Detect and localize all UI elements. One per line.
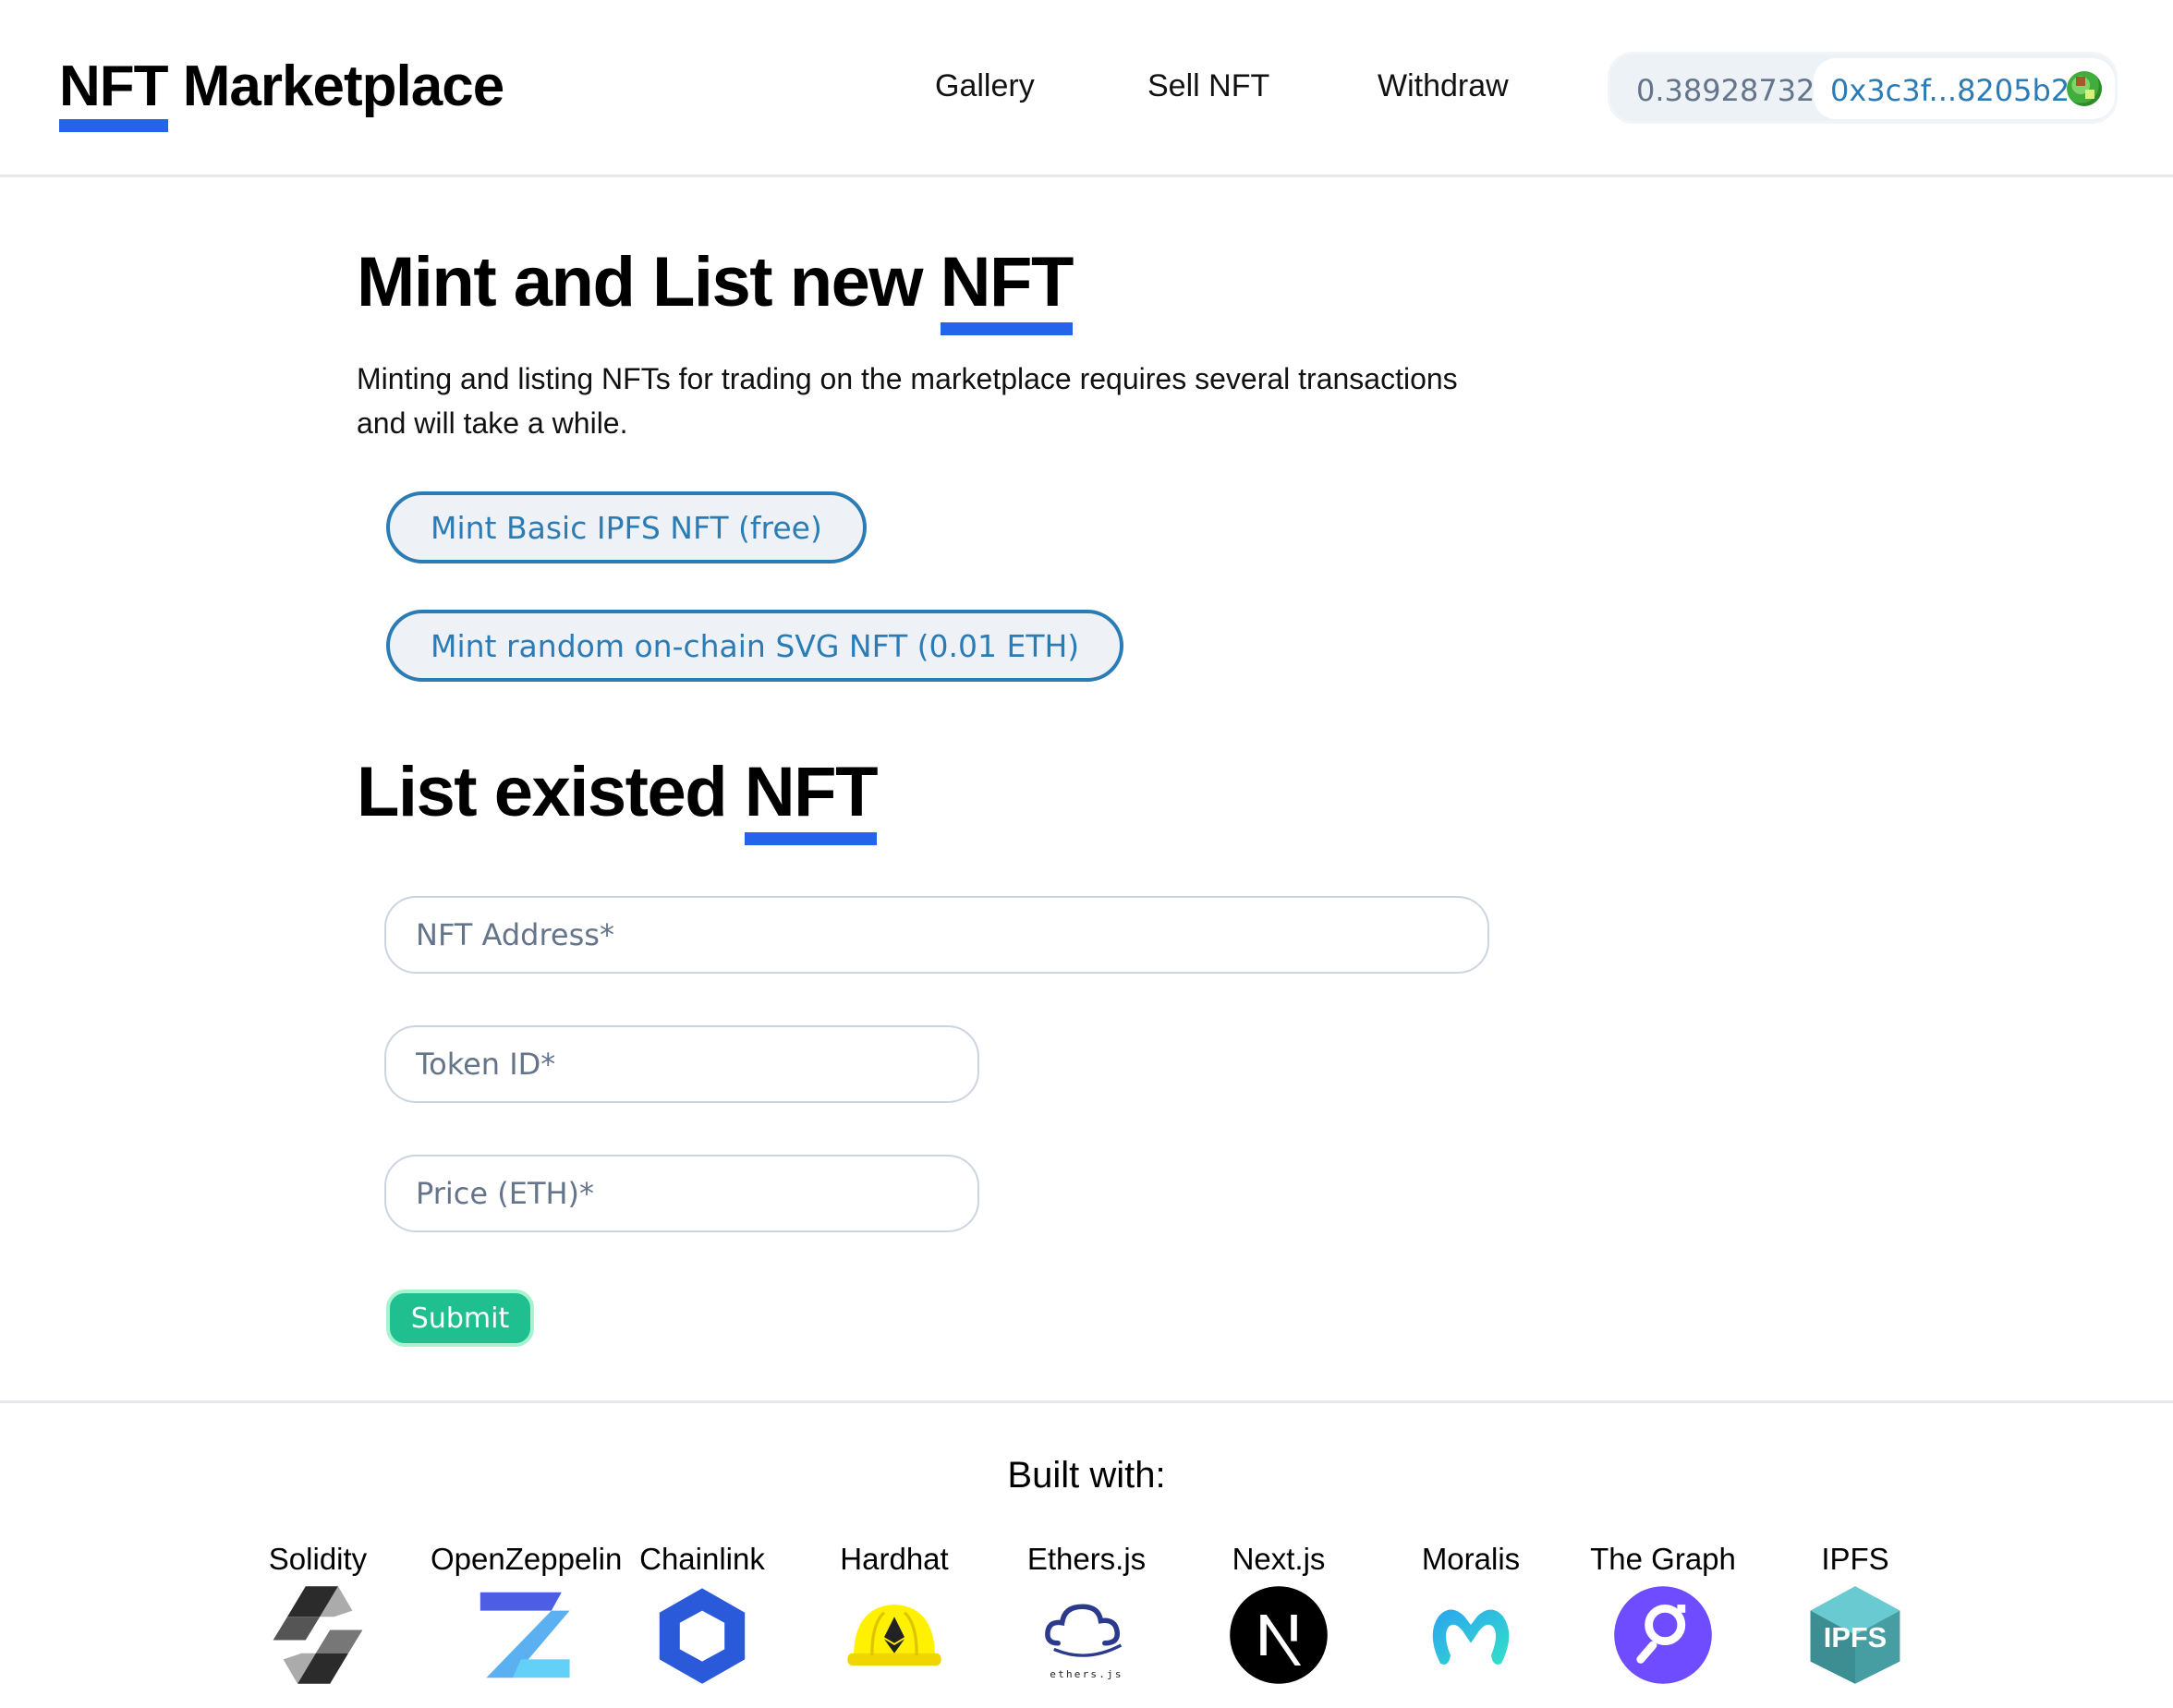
tech-ipfs[interactable]: IPFS IPFS (1763, 1542, 1948, 1686)
submit-button[interactable]: Submit (386, 1290, 534, 1347)
chainlink-icon (659, 1588, 746, 1684)
top-navbar: NFT Marketplace Gallery Sell NFT Withdra… (0, 0, 2173, 177)
ipfs-icon-caption: IPFS (1824, 1621, 1887, 1653)
wallet-avatar-icon (2067, 71, 2102, 106)
tech-label: Ethers.js (1026, 1542, 1147, 1576)
list-title-highlight: NFT (744, 753, 879, 845)
openzeppelin-icon (480, 1592, 570, 1678)
solidity-icon (273, 1586, 363, 1684)
thegraph-icon (1614, 1586, 1712, 1684)
tech-label: The Graph (1590, 1542, 1736, 1576)
tech-thegraph[interactable]: The Graph (1571, 1542, 1755, 1686)
nft-address-input[interactable] (384, 896, 1489, 974)
tech-solidity[interactable]: Solidity (225, 1542, 410, 1686)
tech-hardhat[interactable]: Hardhat (802, 1542, 987, 1686)
tech-label: Next.js (1232, 1542, 1326, 1576)
price-eth-input[interactable] (384, 1155, 979, 1232)
wallet-balance: 0.38928732 (1636, 73, 1815, 108)
token-id-input[interactable] (384, 1025, 979, 1103)
mint-title-highlight: NFT (940, 243, 1074, 335)
wallet-address-pill[interactable]: 0x3c3f...8205b2 (1814, 58, 2115, 119)
tech-label: Hardhat (840, 1542, 949, 1576)
nav-withdraw-link[interactable]: Withdraw (1378, 68, 1509, 104)
built-with-heading: Built with: (1007, 1455, 1166, 1496)
hardhat-icon (847, 1605, 941, 1666)
footer: Built with: Solidity OpenZeppelin Chainl… (0, 1400, 2173, 1708)
moralis-icon (1432, 1609, 1510, 1665)
mint-basic-ipfs-button[interactable]: Mint Basic IPFS NFT (free) (386, 491, 867, 563)
tech-nextjs[interactable]: Next.js (1186, 1542, 1371, 1686)
wallet-connect-button[interactable]: 0.38928732 0x3c3f...8205b2 (1608, 52, 2118, 124)
mint-section-title: Mint and List new NFT (357, 242, 1074, 335)
tech-label: IPFS (1821, 1542, 1889, 1576)
nav-gallery-link[interactable]: Gallery (935, 68, 1035, 104)
ipfs-icon: IPFS (1810, 1586, 1900, 1684)
tech-label: Solidity (268, 1542, 368, 1576)
tech-label: Chainlink (639, 1542, 765, 1576)
tech-ethersjs[interactable]: Ethers.js ethers.js (994, 1542, 1179, 1686)
tech-label: Moralis (1421, 1542, 1521, 1576)
logo-marketplace-word: Marketplace (182, 55, 504, 118)
ethersjs-icon-caption: ethers.js (1050, 1668, 1123, 1680)
list-title-text: List existed (357, 753, 728, 831)
tech-moralis[interactable]: Moralis (1378, 1542, 1563, 1686)
logo-nft-word: NFT (59, 55, 169, 132)
tech-label: OpenZeppelin (431, 1542, 623, 1576)
nextjs-icon (1230, 1586, 1328, 1684)
ethersjs-icon: ethers.js (1045, 1604, 1123, 1680)
list-section-title: List existed NFT (357, 752, 879, 845)
tech-openzeppelin[interactable]: OpenZeppelin (431, 1542, 623, 1686)
mint-title-text: Mint and List new (357, 243, 924, 321)
mint-description: Minting and listing NFTs for trading on … (357, 362, 1458, 440)
mint-random-svg-button[interactable]: Mint random on-chain SVG NFT (0.01 ETH) (386, 610, 1124, 682)
wallet-address: 0x3c3f...8205b2 (1830, 73, 2070, 108)
app-logo[interactable]: NFT Marketplace (59, 54, 504, 132)
nav-sell-nft-link[interactable]: Sell NFT (1147, 68, 1269, 104)
tech-chainlink[interactable]: Chainlink (610, 1542, 795, 1686)
